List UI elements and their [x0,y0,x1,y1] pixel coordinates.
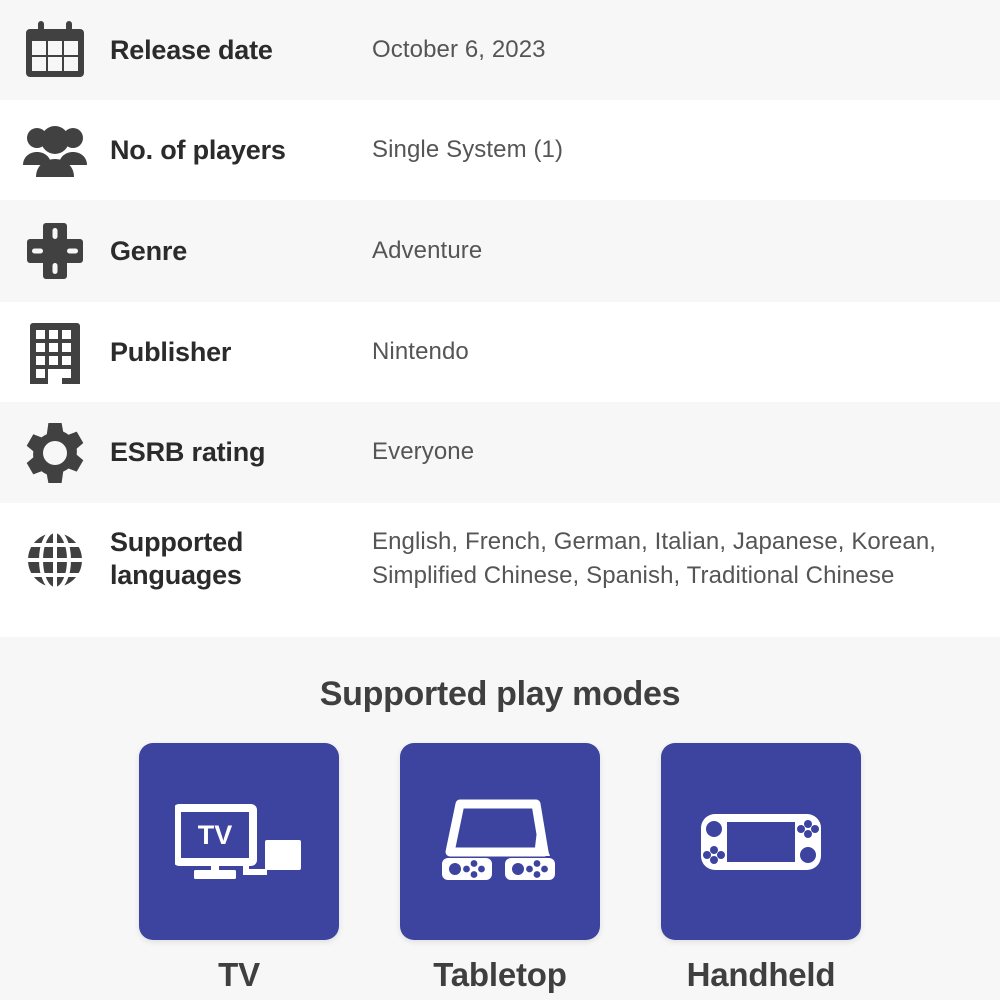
table-row: Publisher Nintendo [0,302,1000,402]
play-modes-list: TV TV Tabletop Handheld [0,743,1000,994]
game-details-panel: Release date October 6, 2023 No. of play… [0,0,1000,1000]
spec-label: Publisher [110,336,232,367]
calendar-icon [0,18,110,82]
table-row: Release date October 6, 2023 [0,0,1000,100]
play-mode-tabletop[interactable]: Tabletop [400,743,600,994]
spec-value: Single System (1) [372,135,564,163]
table-row: Genre Adventure [0,200,1000,302]
play-modes-title: Supported play modes [319,675,681,713]
globe-icon [0,503,110,591]
spec-label: Supported languages [110,527,244,590]
gear-icon [0,421,110,485]
svg-text:TV: TV [198,820,233,850]
play-mode-label: Handheld [686,956,836,993]
table-row: ESRB rating Everyone [0,402,1000,503]
play-mode-tile[interactable] [400,743,600,940]
spec-label: ESRB rating [110,437,266,468]
play-mode-handheld[interactable]: Handheld [661,743,861,994]
spec-value: Everyone [372,438,475,466]
tabletop-mode-icon [442,799,555,880]
handheld-mode-icon [701,813,821,870]
spec-label: No. of players [110,134,286,165]
spec-value: English, French, German, Italian, Japane… [372,528,937,590]
play-mode-tile[interactable]: TV [139,743,339,940]
table-row: Supported languages English, French, Ger… [0,503,1000,637]
table-row: No. of players Single System (1) [0,100,1000,200]
play-mode-tv[interactable]: TV TV [139,743,339,994]
spec-table: Release date October 6, 2023 No. of play… [0,0,1000,637]
spec-label: Release date [110,34,273,65]
play-mode-label: TV [218,956,260,993]
dpad-icon [0,219,110,283]
spec-value: October 6, 2023 [372,35,546,63]
building-icon [0,320,110,384]
spec-label: Genre [110,235,188,266]
play-mode-tile[interactable] [661,743,861,940]
spec-value: Adventure [372,236,483,264]
players-group-icon [0,118,110,182]
play-mode-label: Tabletop [433,956,567,993]
spec-value: Nintendo [372,337,469,365]
supported-play-modes-section: Supported play modes TV TV Tabletop Hand… [0,637,1000,1000]
tv-mode-icon: TV [175,803,301,879]
